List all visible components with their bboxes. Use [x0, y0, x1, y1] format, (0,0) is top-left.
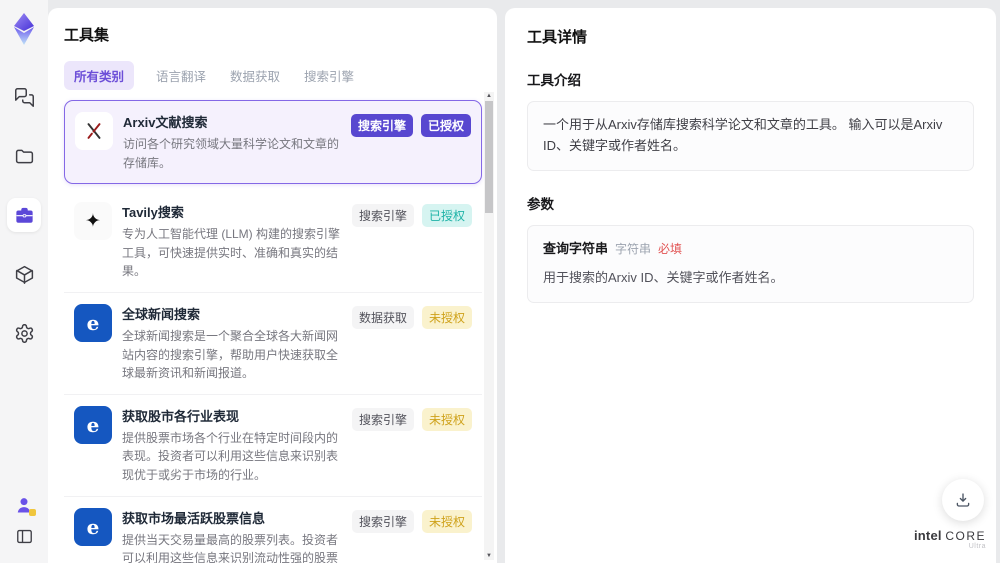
tool-name: 获取市场最活跃股票信息: [122, 510, 266, 526]
category-tabs: 所有类别 语言翻译 数据获取 搜索引擎: [64, 61, 497, 90]
tools-panel: 工具集 所有类别 语言翻译 数据获取 搜索引擎 Arxiv文献搜索 访问各个研究…: [48, 8, 497, 563]
tool-description: 提供股票市场各个行业在特定时间段内的表现。投资者可以利用这些信息来识别表现优于或…: [122, 430, 339, 482]
tab-language-translation[interactable]: 语言翻译: [154, 61, 208, 90]
tools-panel-title: 工具集: [64, 27, 110, 44]
sidebar-bottom: [14, 495, 36, 551]
stock-provider-logo-icon: e: [74, 405, 112, 444]
tool-name: Tavily搜索: [122, 205, 184, 221]
app-logo-icon: [14, 13, 34, 45]
core-brand-text: core: [945, 529, 986, 544]
tab-data-fetch[interactable]: 数据获取: [228, 61, 282, 90]
tool-list-scrollbar[interactable]: ▲ ▼: [484, 92, 494, 560]
app-sidebar: [0, 0, 48, 563]
tool-detail-panel: 工具详情 工具介绍 一个用于从Arxiv存储库搜索科学论文和文章的工具。 输入可…: [505, 8, 996, 563]
auth-status-badge: 未授权: [421, 407, 472, 431]
auth-status-badge: 已授权: [421, 204, 472, 228]
scroll-up-arrow-icon[interactable]: ▲: [484, 92, 494, 100]
param-description: 用于搜索的Arxiv ID、关键字或作者姓名。: [543, 270, 784, 286]
user-avatar[interactable]: [14, 495, 36, 516]
params-heading: 参数: [527, 196, 554, 212]
folder-icon: [15, 149, 33, 163]
tool-card-global-news[interactable]: e 全球新闻搜索 全球新闻搜索是一个聚合全球各大新闻网站内容的搜索引擎，帮助用户…: [64, 292, 482, 395]
download-icon: [956, 493, 970, 507]
toolbox-icon: [15, 207, 33, 223]
intel-brand-text: intel: [913, 528, 942, 544]
sidebar-item-packages[interactable]: [7, 257, 41, 291]
stock-provider-logo-icon: e: [74, 507, 112, 546]
detail-panel-title: 工具详情: [527, 29, 588, 46]
sidebar-item-settings[interactable]: [7, 316, 41, 350]
news-provider-logo-icon: e: [74, 303, 112, 342]
tool-name: 获取股市各行业表现: [122, 408, 240, 424]
tool-description: 访问各个研究领域大量科学论文和文章的存储库。: [123, 137, 340, 170]
arxiv-logo-icon: [75, 112, 113, 150]
collapse-sidebar-button[interactable]: [15, 527, 34, 551]
tool-description: 提供当天交易量最高的股票列表。投资者可以利用这些信息来识别流动性强的股票和潜在的…: [122, 532, 339, 563]
download-button[interactable]: [942, 479, 984, 521]
tool-description: 全球新闻搜索是一个聚合全球各大新闻网站内容的搜索引擎，帮助用户快速获取全球最新资…: [122, 328, 339, 381]
sidebar-item-chat[interactable]: [7, 80, 41, 114]
sidebar-item-tools[interactable]: [7, 198, 41, 232]
tool-name: Arxiv文献搜索: [123, 115, 208, 130]
avatar-badge: [29, 509, 36, 516]
tool-name: 全球新闻搜索: [122, 306, 201, 322]
collapse-panel-icon: [16, 529, 32, 544]
intro-heading: 工具介绍: [527, 73, 581, 88]
category-badge: 搜索引擎: [350, 114, 413, 137]
category-badge: 数据获取: [351, 305, 414, 329]
sidebar-item-files[interactable]: [7, 139, 41, 173]
auth-status-badge: 未授权: [421, 305, 472, 329]
scroll-down-arrow-icon[interactable]: ▼: [484, 552, 494, 560]
param-required-badge: 必填: [658, 241, 683, 256]
tab-search-engine[interactable]: 搜索引擎: [302, 61, 356, 90]
tool-card-arxiv[interactable]: Arxiv文献搜索 访问各个研究领域大量科学论文和文章的存储库。 搜索引擎 已授…: [64, 100, 482, 185]
tool-card-most-active-stocks[interactable]: e 获取市场最活跃股票信息 提供当天交易量最高的股票列表。投资者可以利用这些信息…: [64, 496, 482, 563]
tool-card-sector-performance[interactable]: e 获取股市各行业表现 提供股票市场各个行业在特定时间段内的表现。投资者可以利用…: [64, 394, 482, 497]
param-name: 查询字符串: [543, 240, 609, 256]
tavily-star-icon: ✦: [74, 202, 112, 241]
package-icon: [15, 265, 33, 284]
settings-icon: [15, 323, 33, 343]
parameter-box: 查询字符串 字符串 必填 用于搜索的Arxiv ID、关键字或作者姓名。: [527, 224, 974, 304]
auth-status-badge: 未授权: [421, 509, 472, 533]
param-type: 字符串: [615, 241, 652, 256]
chat-icon: [14, 87, 34, 107]
tool-intro-box: 一个用于从Arxiv存储库搜索科学论文和文章的工具。 输入可以是Arxiv ID…: [527, 101, 974, 171]
sidebar-nav: [7, 80, 41, 350]
auth-status-badge: 已授权: [420, 114, 471, 137]
intel-core-logo: intel core Ultra: [913, 528, 986, 551]
tool-card-tavily[interactable]: ✦ Tavily搜索 专为人工智能代理 (LLM) 构建的搜索引擎工具，可快速提…: [64, 191, 482, 293]
tab-all-categories[interactable]: 所有类别: [64, 61, 135, 90]
category-badge: 搜索引擎: [351, 204, 414, 228]
category-badge: 搜索引擎: [351, 407, 414, 431]
brand-sub-text: Ultra: [968, 543, 986, 551]
category-badge: 搜索引擎: [351, 509, 414, 533]
tool-list: Arxiv文献搜索 访问各个研究领域大量科学论文和文章的存储库。 搜索引擎 已授…: [64, 100, 482, 563]
tool-description: 专为人工智能代理 (LLM) 构建的搜索引擎工具，可快速提供实时、准确和真实的结…: [122, 227, 341, 279]
scrollbar-thumb[interactable]: [485, 101, 493, 213]
